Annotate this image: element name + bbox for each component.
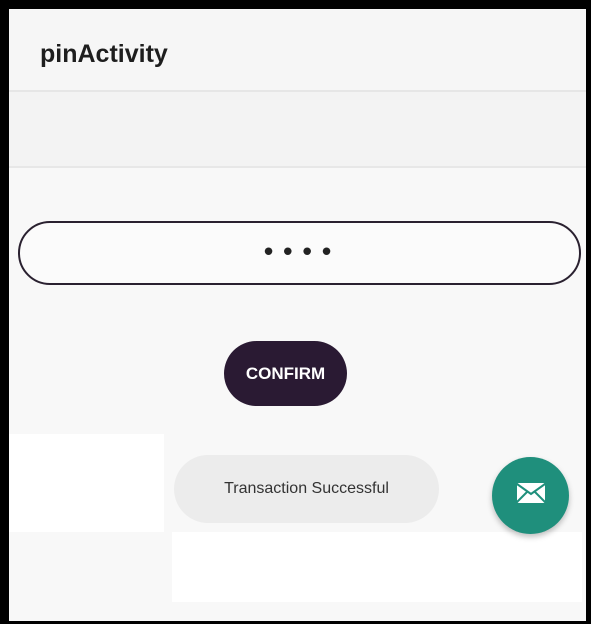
- white-area-bottom: [172, 532, 582, 602]
- pin-input[interactable]: ••••: [18, 221, 581, 285]
- toast-text: Transaction Successful: [224, 480, 389, 497]
- mail-icon: [515, 482, 546, 509]
- confirm-button[interactable]: CONFIRM: [224, 341, 347, 406]
- mail-fab-button[interactable]: [492, 457, 569, 534]
- white-area-left: [9, 434, 164, 532]
- app-bar: pinActivity: [9, 9, 586, 92]
- device-frame: pinActivity •••• CONFIRM Transaction Suc…: [0, 0, 591, 624]
- toast-message: Transaction Successful: [174, 455, 439, 523]
- sub-bar: [9, 92, 586, 168]
- app-title: pinActivity: [40, 40, 168, 68]
